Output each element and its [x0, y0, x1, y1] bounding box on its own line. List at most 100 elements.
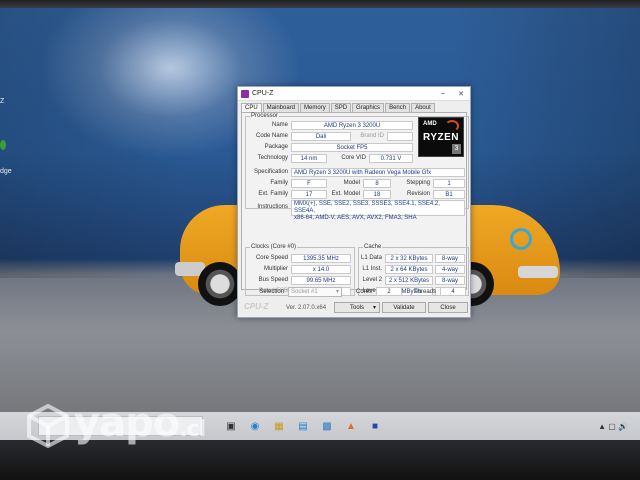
instructions-value: MMX(+), SSE, SSE2, SSE3, SSSE3, SSE4.1, … — [291, 200, 465, 221]
cpuz-app-icon — [241, 89, 249, 98]
tab-spd[interactable]: SPD — [330, 103, 352, 112]
cache-l1-inst-label: L1 Inst. — [362, 266, 382, 272]
model-label: Model — [343, 180, 360, 186]
ext-family-label: Ext. Family — [258, 191, 288, 197]
edge-browser-icon[interactable]: ◉ — [247, 418, 263, 434]
revision-label: Revision — [406, 191, 430, 197]
technology-value: 14 nm — [291, 154, 327, 163]
family-value: F — [291, 179, 327, 188]
wallpaper-car-bumper-rear — [518, 266, 558, 278]
watermark-text: yapo — [74, 400, 180, 446]
task-view-icon[interactable]: ▣ — [223, 418, 239, 434]
app-icon[interactable]: ▩ — [319, 418, 335, 434]
wallpaper-car-wheel — [198, 262, 242, 306]
family-label: Family — [270, 180, 288, 186]
core-speed-value: 1395.35 MHz — [291, 254, 351, 263]
tab-cpu[interactable]: CPU — [241, 103, 262, 112]
model-value: 8 — [363, 179, 391, 188]
multiplier-label: Multiplier — [263, 266, 288, 272]
cpuz-taskbar-icon[interactable]: ■ — [367, 418, 383, 434]
cache-l1-inst-way: 4-way — [435, 265, 465, 274]
brand-id-label: Brand ID — [360, 133, 384, 139]
ryzen-3-logo: AMD RYZEN 3 — [418, 117, 464, 157]
tab-bar: CPU Mainboard Memory SPD Graphics Bench … — [238, 101, 470, 112]
threads-value: 4 — [440, 287, 466, 296]
instructions-label: Instructions — [257, 204, 288, 210]
validate-button[interactable]: Validate — [382, 302, 426, 313]
clocks-legend: Clocks (Core #0) — [251, 244, 297, 250]
yapo-watermark: yapo.cl — [74, 400, 206, 446]
cache-l1-inst-size: 2 x 64 KBytes — [385, 265, 433, 274]
name-label: Name — [271, 122, 288, 128]
ext-model-value: 18 — [363, 190, 391, 199]
ext-family-value: 17 — [291, 190, 327, 199]
cache-legend: Cache — [364, 244, 382, 250]
desktop-icon-label[interactable]: dge — [0, 168, 12, 175]
specification-value: AMD Ryzen 3 3200U with Radeon Vega Mobil… — [291, 168, 465, 177]
app-icon[interactable]: ▲ — [343, 418, 359, 434]
cache-level2-way: 8-way — [435, 276, 465, 285]
cache-l1-data-label: L1 Data — [360, 255, 382, 261]
tab-about[interactable]: About — [411, 103, 435, 112]
cache-l1-data-size: 2 x 32 KBytes — [385, 254, 433, 263]
tools-button[interactable]: Tools ▾ — [334, 302, 380, 313]
monitor-bezel-bottom — [0, 440, 640, 480]
codename-label: Code Name — [255, 133, 288, 139]
close-icon[interactable]: ✕ — [452, 90, 470, 98]
multiplier-value: x 14.0 — [291, 265, 351, 274]
tools-button-label: Tools — [349, 305, 364, 311]
cpuz-window[interactable]: CPU-Z – ✕ CPU Mainboard Memory SPD Graph… — [237, 86, 471, 318]
threads-label: Threads — [413, 289, 436, 295]
chevron-down-icon: ▾ — [372, 305, 376, 311]
window-title: CPU-Z — [252, 90, 274, 97]
ext-model-label: Ext. Model — [331, 191, 360, 197]
bus-speed-label: Bus Speed — [258, 277, 288, 283]
tab-memory[interactable]: Memory — [300, 103, 330, 112]
corevid-value: 0.731 V — [369, 154, 413, 163]
store-icon[interactable]: ▤ — [295, 418, 311, 434]
system-tray[interactable]: ▲ ▢ 🔊 — [598, 422, 628, 431]
revision-value: B1 — [433, 190, 465, 199]
cpuz-titlebar[interactable]: CPU-Z – ✕ — [238, 87, 470, 101]
tab-graphics[interactable]: Graphics — [352, 103, 385, 112]
ryzen-logo-text: RYZEN — [423, 132, 460, 143]
yapo-watermark-logo-icon — [27, 404, 69, 448]
amd-arrow-icon — [445, 120, 459, 132]
edge-icon[interactable] — [0, 140, 6, 150]
name-value: AMD Ryzen 3 3200U — [291, 121, 413, 130]
package-value: Socket FP5 — [291, 143, 413, 152]
monitor-bezel-top — [0, 0, 640, 8]
tab-mainboard[interactable]: Mainboard — [262, 103, 300, 112]
technology-label: Technology — [257, 155, 288, 161]
bus-speed-value: 99.65 MHz — [291, 276, 351, 285]
cpuz-brand-logo: CPU-Z — [244, 302, 269, 311]
desktop-icon-label[interactable]: Z — [0, 98, 4, 105]
wallpaper-car-emblem — [510, 228, 532, 250]
specification-label: Specification — [253, 169, 288, 175]
minimize-icon[interactable]: – — [434, 90, 452, 98]
selection-dropdown[interactable]: Socket #1 ▾ — [288, 287, 342, 297]
selection-value: Socket #1 — [291, 289, 318, 295]
brand-id-value — [387, 132, 413, 141]
watermark-suffix: .cl — [179, 417, 206, 442]
codename-value: Dali — [291, 132, 351, 141]
cores-label: Cores — [355, 289, 372, 295]
cores-value: 2 — [376, 287, 402, 296]
ryzen-tier-badge: 3 — [452, 144, 461, 154]
instructions-line-1: MMX(+), SSE, SSE2, SSE3, SSSE3, SSE4.1, … — [294, 201, 440, 214]
selection-label: Selection — [259, 289, 284, 295]
tab-bench[interactable]: Bench — [385, 103, 411, 112]
version-text: Ver. 2.07.0.x64 — [286, 305, 327, 311]
file-explorer-icon[interactable]: ▦ — [271, 418, 287, 434]
stepping-label: Stepping — [406, 180, 430, 186]
amd-logo-text: AMD — [423, 121, 437, 127]
cache-level2-size: 2 x 512 KBytes — [385, 276, 433, 285]
chevron-down-icon: ▾ — [335, 289, 339, 295]
package-label: Package — [264, 144, 288, 150]
cpu-tab-panel: Processor Name AMD Ryzen 3 3200U Code Na… — [241, 112, 469, 296]
processor-legend: Processor — [251, 113, 279, 119]
stepping-value: 1 — [433, 179, 465, 188]
core-speed-label: Core Speed — [255, 255, 288, 261]
close-button[interactable]: Close — [428, 302, 468, 313]
cache-l1-data-way: 8-way — [435, 254, 465, 263]
